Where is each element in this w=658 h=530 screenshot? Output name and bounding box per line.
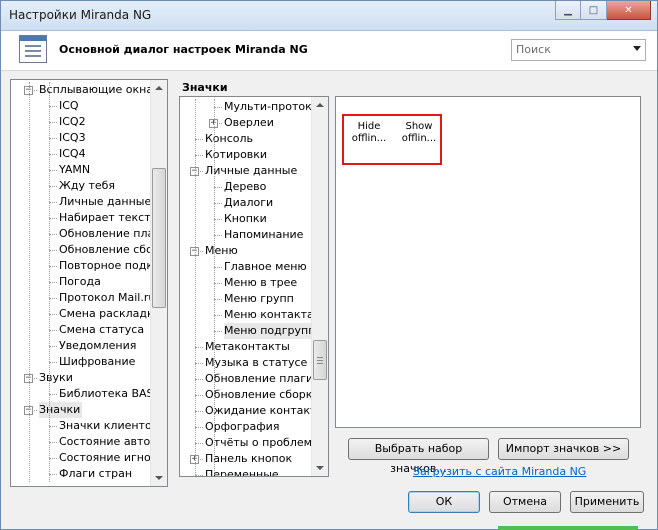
import-icons-button[interactable]: Импорт значков >> (498, 438, 629, 460)
tree-item[interactable]: Отчёты о проблемах (205, 435, 327, 451)
window-controls: ▁ □ ✕ (555, 1, 651, 21)
cancel-button[interactable]: Отмена (489, 491, 561, 513)
scroll-up-button[interactable] (312, 97, 328, 113)
close-icon: ✕ (624, 4, 633, 16)
title-bar[interactable]: Настройки Miranda NG ▁ □ ✕ (1, 1, 657, 31)
tree-item[interactable]: ICQ4 (59, 146, 88, 162)
tree-item[interactable]: Главное меню (224, 259, 309, 275)
tree-item[interactable]: Орфография (205, 419, 281, 435)
tree-item[interactable]: Значки (39, 402, 83, 418)
tree-item[interactable]: Набирает текст (59, 210, 153, 226)
settings-dialog-icon (19, 35, 47, 63)
tree-item[interactable]: ICQ2 (59, 114, 88, 130)
tree-item[interactable]: Флаги стран (59, 466, 134, 482)
scroll-down-button[interactable] (312, 460, 328, 476)
tree-item[interactable]: YAMN (59, 162, 92, 178)
category-tree-scrollbar[interactable] (311, 97, 328, 476)
minimize-button[interactable]: ▁ (555, 1, 581, 20)
tree-item[interactable]: Шифрование (59, 354, 137, 370)
tree-item[interactable]: Музыка в статусе (205, 355, 309, 371)
tree-item[interactable]: Меню (205, 243, 240, 259)
tree-item[interactable]: Всплывающие окна (39, 82, 155, 98)
progress-strip (498, 526, 638, 530)
tree-item[interactable]: Напоминание (224, 227, 305, 243)
tree-item[interactable]: Переменные (205, 467, 281, 476)
tree-item[interactable]: Жду тебя (59, 178, 117, 194)
tree-item[interactable]: Оверлеи (224, 115, 276, 131)
settings-window: Настройки Miranda NG ▁ □ ✕ Основной диал… (0, 0, 658, 530)
scroll-down-button[interactable] (151, 470, 167, 486)
highlight-annotation (342, 114, 442, 165)
scroll-up-button[interactable] (151, 80, 167, 96)
tree-item[interactable]: Меню контакта (224, 307, 316, 323)
tree-item[interactable]: Дерево (224, 179, 268, 195)
tree-item[interactable]: Смена раскладки (59, 306, 163, 322)
tree-item[interactable]: Библиотека BASS (59, 386, 162, 402)
tree-item[interactable]: Обновление сборки (205, 387, 322, 403)
choose-icon-set-button[interactable]: Выбрать набор значков... (348, 438, 489, 475)
download-link[interactable]: Загрузить с сайта Miranda NG (413, 465, 586, 478)
maximize-button[interactable]: □ (581, 1, 607, 20)
section-title: Значки (182, 81, 228, 94)
tree-item[interactable]: Меню в трее (224, 275, 299, 291)
window-title: Настройки Miranda NG (9, 8, 152, 22)
tree-item[interactable]: Погода (59, 274, 103, 290)
tree-item[interactable]: Уведомления (59, 338, 138, 354)
tree-item[interactable]: Панель кнопок (205, 451, 294, 467)
close-button[interactable]: ✕ (607, 1, 651, 20)
icon-category-tree[interactable]: Мульти-протоколы + Оверлеи Консоль Котировки… (179, 96, 329, 477)
tree-item[interactable]: Диалоги (224, 195, 275, 211)
tree-item[interactable]: Метаконтакты (205, 339, 292, 355)
ok-button[interactable]: ОК (408, 491, 480, 513)
scroll-thumb[interactable] (152, 168, 166, 308)
options-tree[interactable]: − Всплывающие окна ICQ ICQ2 ICQ3 ICQ4 YAMN Жду … (10, 79, 168, 487)
tree-item[interactable]: Меню групп (224, 291, 296, 307)
search-combobox[interactable]: Поиск (511, 39, 646, 61)
search-input[interactable]: Поиск (516, 43, 551, 56)
tree-item[interactable]: Личные данные (59, 194, 153, 210)
dialog-title: Основной диалог настроек Miranda NG (59, 43, 308, 56)
options-tree-scrollbar[interactable] (150, 80, 167, 486)
scroll-thumb[interactable] (313, 340, 327, 380)
tree-item[interactable]: Меню подгрупп (224, 323, 318, 339)
tree-item[interactable]: ICQ3 (59, 130, 88, 146)
minimize-icon: ▁ (564, 4, 572, 16)
tree-item[interactable]: Значки клиентов (59, 418, 160, 434)
tree-item[interactable]: Смена статуса (59, 322, 146, 338)
tree-item[interactable]: Кнопки (224, 211, 269, 227)
dialog-header: Основной диалог настроек Miranda NG Поис… (1, 31, 657, 71)
tree-item[interactable]: Личные данные (205, 163, 299, 179)
tree-item[interactable]: Звуки (39, 370, 75, 386)
tree-item[interactable]: ICQ (59, 98, 81, 114)
chevron-down-icon[interactable] (633, 46, 641, 51)
tree-item[interactable]: Консоль (205, 131, 255, 147)
apply-button[interactable]: Применить (570, 491, 644, 513)
maximize-icon: □ (588, 4, 599, 16)
